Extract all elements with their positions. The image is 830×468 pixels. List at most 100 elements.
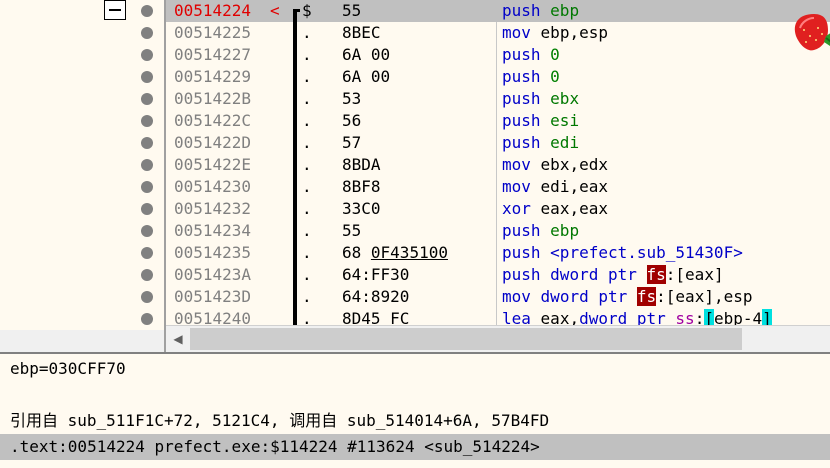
disassembly-row[interactable]: 0051423A. 64:FF30 push dword ptr fs:[eax]: [166, 264, 830, 286]
instruction-operand: 0: [550, 45, 560, 64]
row-address: 00514240: [174, 309, 252, 325]
row-bytes: 56: [342, 111, 362, 130]
breakpoint-dot-icon[interactable]: [141, 313, 153, 325]
row-instruction: mov ebx,edx: [502, 154, 608, 176]
breakpoint-dot-icon[interactable]: [141, 5, 153, 17]
row-instruction: mov ebp,esp: [502, 22, 608, 44]
jump-arrow-icon: <: [270, 1, 280, 20]
row-bytes: 6A 00: [342, 67, 391, 86]
scroll-thumb[interactable]: [190, 328, 742, 350]
register-value: ebp=030CFF70: [10, 359, 126, 378]
row-address: 00514225: [174, 23, 252, 42]
xref-info: 引用自 sub_511F1C+72, 5121C4, 调用自 sub_51401…: [10, 411, 550, 430]
row-flag: .: [302, 133, 312, 152]
breakpoint-dot-icon[interactable]: [141, 225, 153, 237]
disassembly-view[interactable]: 00514224 < $55 push ebp 00514225. 8BEC mov ebp…: [166, 0, 830, 325]
instruction-operand: ebx: [550, 89, 580, 108]
row-instruction: push <prefect.sub_51430F>: [502, 242, 743, 264]
row-flag: .: [302, 89, 312, 108]
strawberry-icon: [794, 14, 830, 51]
instruction-operand: fs: [636, 287, 657, 306]
disassembly-row[interactable]: 0051423D. 64:8920 mov dword ptr fs:[eax],e…: [166, 286, 830, 308]
disassembly-row[interactable]: 00514234. 55 push ebp: [166, 220, 830, 242]
row-bytes: 6A 00: [342, 45, 391, 64]
breakpoint-dot-icon[interactable]: [141, 93, 153, 105]
disassembly-row[interactable]: 0051422C. 56 push esi: [166, 110, 830, 132]
row-flag: .: [302, 199, 312, 218]
instruction-operand: :: [694, 309, 705, 325]
instruction-operand: dword ptr: [550, 265, 637, 284]
row-flag: .: [302, 67, 312, 86]
function-bracket-line: [293, 9, 297, 325]
instruction-operand: ss: [675, 309, 695, 325]
row-instruction: push edi: [502, 132, 579, 154]
breakpoint-dot-icon[interactable]: [141, 291, 153, 303]
instruction-mnemonic: mov: [502, 23, 531, 42]
row-address: 00514234: [174, 221, 252, 240]
breakpoint-dot-icon[interactable]: [141, 247, 153, 259]
instruction-operand: ]: [762, 309, 772, 325]
row-flag: .: [302, 155, 312, 174]
disassembly-row[interactable]: 00514235. 68 0F435100 push <prefect.sub_51…: [166, 242, 830, 264]
disassembly-row[interactable]: 0051422B. 53 push ebx: [166, 88, 830, 110]
instruction-mnemonic: mov: [502, 177, 531, 196]
row-bytes: 53: [342, 89, 362, 108]
instruction-operand: <prefect.sub_51430F>: [550, 243, 743, 262]
scroll-left-arrow-icon[interactable]: ◀: [168, 330, 188, 348]
row-address: 0051423A: [174, 265, 252, 284]
breakpoint-dot-icon[interactable]: [141, 159, 153, 171]
breakpoint-dot-icon[interactable]: [141, 137, 153, 149]
row-instruction: lea eax,dword ptr ss:[ebp-4]: [502, 308, 772, 325]
row-flag: .: [302, 243, 312, 262]
disassembly-row[interactable]: 00514240. 8D45 FC lea eax,dword ptr ss:[eb…: [166, 308, 830, 325]
row-address: 0051422E: [174, 155, 252, 174]
instruction-operand: eax: [685, 265, 714, 284]
disassembly-row[interactable]: 00514225. 8BEC mov ebp,esp: [166, 22, 830, 44]
disassembly-row[interactable]: 0051422E. 8BDA mov ebx,edx: [166, 154, 830, 176]
breakpoint-dot-icon[interactable]: [141, 115, 153, 127]
instruction-operand: ]: [713, 265, 724, 284]
instruction-operand: ],esp: [704, 287, 753, 306]
horizontal-scrollbar[interactable]: ◀: [166, 325, 830, 352]
instruction-operand: eax,: [540, 309, 580, 325]
row-flag: .: [302, 287, 312, 306]
instruction-mnemonic: push: [502, 89, 541, 108]
disassembly-row[interactable]: 00514227. 6A 00 push 0: [166, 44, 830, 66]
instruction-operand: [637, 265, 647, 284]
instruction-mnemonic: lea: [502, 309, 531, 325]
collapse-block-button[interactable]: [104, 0, 126, 20]
disassembly-row[interactable]: 00514230. 8BF8 mov edi,eax: [166, 176, 830, 198]
disassembly-row[interactable]: 00514229. 6A 00 push 0: [166, 66, 830, 88]
row-bytes: 68 0F435100: [342, 243, 448, 262]
instruction-operand: dword ptr: [540, 287, 628, 306]
breakpoint-dot-icon[interactable]: [141, 49, 153, 61]
row-address: 00514235: [174, 243, 252, 262]
breakpoint-gutter[interactable]: [0, 0, 164, 330]
row-instruction: mov edi,eax: [502, 176, 608, 198]
instruction-mnemonic: push: [502, 265, 541, 284]
row-bytes: 64:8920: [342, 287, 410, 306]
row-instruction: push esi: [502, 110, 579, 132]
breakpoint-dot-icon[interactable]: [141, 71, 153, 83]
breakpoint-dot-icon[interactable]: [141, 181, 153, 193]
instruction-operand: ebx,edx: [540, 155, 608, 174]
status-text: .text:00514224 prefect.exe:$114224 #1136…: [10, 437, 540, 456]
row-bytes: 8D45 FC: [342, 309, 410, 325]
breakpoint-dot-icon[interactable]: [141, 269, 153, 281]
instruction-mnemonic: push: [502, 133, 541, 152]
row-bytes: 33C0: [342, 199, 381, 218]
instruction-operand: [627, 287, 637, 306]
instruction-mnemonic: push: [502, 45, 541, 64]
disassembly-row[interactable]: 00514232. 33C0 xor eax,eax: [166, 198, 830, 220]
row-instruction: push dword ptr fs:[eax]: [502, 264, 724, 286]
row-instruction: xor eax,eax: [502, 198, 608, 220]
disassembly-row[interactable]: 00514224 < $55 push ebp: [166, 0, 830, 22]
breakpoint-dot-icon[interactable]: [141, 27, 153, 39]
row-address: 00514224: [174, 1, 252, 20]
row-bytes: 57: [342, 133, 362, 152]
disassembly-row[interactable]: 0051422D. 57 push edi: [166, 132, 830, 154]
row-bytes-reference: 0F435100: [370, 243, 448, 262]
row-address: 00514227: [174, 45, 252, 64]
breakpoint-dot-icon[interactable]: [141, 203, 153, 215]
row-address: 00514229: [174, 67, 252, 86]
